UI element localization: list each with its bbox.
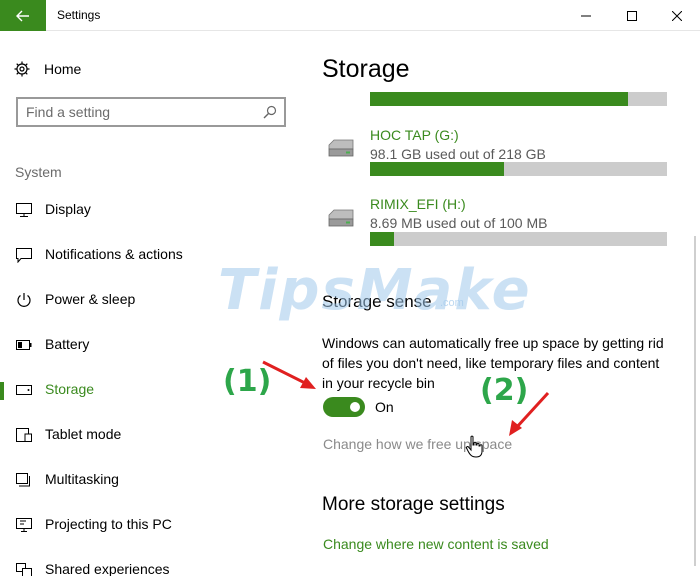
hand-cursor-icon — [465, 435, 483, 458]
arrow-1-icon — [262, 360, 316, 389]
arrow-2-icon — [509, 391, 550, 436]
annotation-arrows — [262, 360, 550, 436]
